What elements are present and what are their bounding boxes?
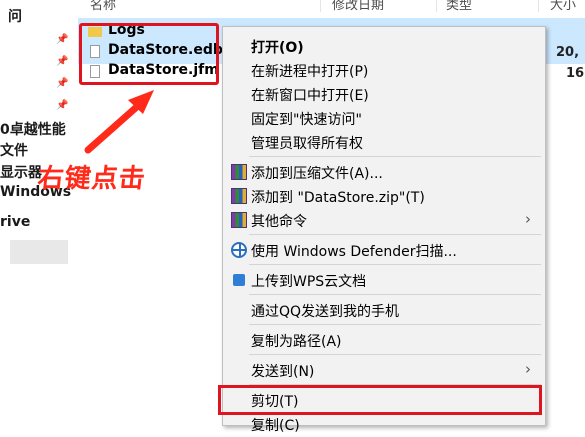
winrar-icon <box>231 188 247 204</box>
chevron-right-icon: › <box>525 210 531 228</box>
menu-separator <box>249 294 541 295</box>
menu-item-send-to[interactable]: 发送到(N) › <box>223 357 545 383</box>
menu-item-open-new-window[interactable]: 在新窗口中打开(E) <box>223 81 545 107</box>
annotation-label: 右键点击 <box>36 164 148 194</box>
menu-item-other-commands[interactable]: 其他命令 › <box>223 207 545 233</box>
menu-separator <box>249 234 541 235</box>
menu-item-wps-upload[interactable]: 上传到WPS云文档 <box>223 267 545 293</box>
winrar-icon <box>231 164 247 180</box>
menu-separator <box>249 264 541 265</box>
menu-item-add-to-zip[interactable]: 添加到 "DataStore.zip"(T) <box>223 183 545 209</box>
defender-icon <box>231 242 247 258</box>
context-menu: 打开(O) 在新进程中打开(P) 在新窗口中打开(E) 固定到"快速访问" 管理… <box>222 26 546 434</box>
menu-item-open[interactable]: 打开(O) <box>223 33 545 59</box>
menu-item-defender-scan[interactable]: 使用 Windows Defender扫描... <box>223 237 545 263</box>
cut-highlight-box <box>218 385 542 415</box>
menu-item-take-ownership[interactable]: 管理员取得所有权 <box>223 129 545 155</box>
menu-item-qq-send[interactable]: 通过QQ发送到我的手机 <box>223 297 545 323</box>
menu-item-add-to-archive[interactable]: 添加到压缩文件(A)... <box>223 159 545 185</box>
menu-item-pin-quick-access[interactable]: 固定到"快速访问" <box>223 105 545 131</box>
menu-separator <box>249 354 541 355</box>
wps-cloud-icon <box>233 274 245 286</box>
menu-item-copy-path[interactable]: 复制为路径(A) <box>223 327 545 353</box>
winrar-icon <box>231 212 247 228</box>
chevron-right-icon: › <box>525 360 531 378</box>
menu-separator <box>249 156 541 157</box>
menu-item-open-new-process[interactable]: 在新进程中打开(P) <box>223 57 545 83</box>
menu-separator <box>249 324 541 325</box>
